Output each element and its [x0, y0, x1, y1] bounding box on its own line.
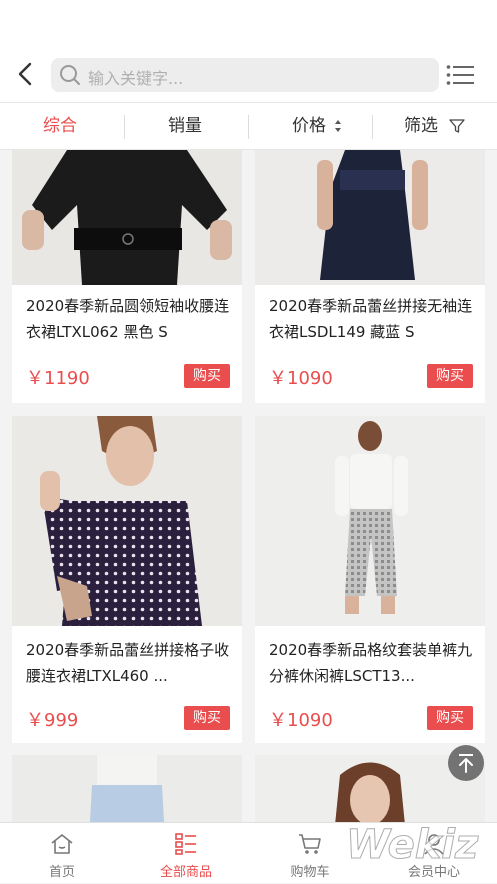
product-title: 2020春季新品圆领短袖收腰连衣裙LTXL062 黑色 S	[26, 297, 230, 341]
cart-icon	[299, 834, 321, 854]
buy-button[interactable]: 购买	[184, 706, 230, 730]
tab-price[interactable]: 价格	[292, 103, 342, 150]
nav-home[interactable]: 首页	[0, 823, 124, 884]
product-title: 2020春季新品蕾丝拼接格子收腰连衣裙LTXL460 ...	[26, 641, 230, 685]
product-title: 2020春季新品蕾丝拼接无袖连衣裙LSDL149 藏蓝 S	[269, 297, 473, 341]
search-icon	[60, 65, 80, 85]
product-price: ￥1090	[269, 368, 333, 389]
search-placeholder: 输入关键字...	[88, 69, 184, 88]
product-image	[12, 150, 242, 285]
buy-button[interactable]: 购买	[427, 706, 473, 730]
product-image	[12, 755, 242, 822]
product-card[interactable]: 2020春季新品格纹套装单裤九分裤休闲裤LSCT13... ￥1090 购买	[255, 416, 485, 743]
home-icon	[51, 834, 73, 854]
arrow-up-icon	[459, 754, 473, 773]
buy-button[interactable]: 购买	[184, 364, 230, 388]
category-icon	[175, 833, 196, 855]
back-arrow-icon[interactable]	[14, 60, 38, 88]
tab-comprehensive[interactable]: 综合	[43, 103, 77, 150]
tab-sales[interactable]: 销量	[168, 103, 202, 150]
header: 输入关键字...	[0, 0, 497, 102]
divider	[248, 115, 249, 139]
product-image	[12, 416, 242, 626]
list-menu-icon[interactable]	[446, 64, 474, 86]
filter-icon	[449, 119, 466, 133]
svg-text:Wekiz: Wekiz	[346, 822, 479, 868]
watermark-logo: Wekiz	[346, 822, 480, 869]
product-image	[255, 150, 485, 285]
product-card[interactable]: 2020春季新品圆领短袖收腰连衣裙LTXL062 黑色 S ￥1190 购买	[12, 150, 242, 403]
sort-arrows-icon	[335, 120, 342, 132]
product-title: 2020春季新品格纹套装单裤九分裤休闲裤LSCT13...	[269, 641, 473, 685]
divider	[124, 115, 125, 139]
product-card[interactable]	[12, 755, 242, 822]
back-to-top-button[interactable]	[448, 745, 484, 781]
product-grid: 2020春季新品圆领短袖收腰连衣裙LTXL062 黑色 S ￥1190 购买 2…	[0, 150, 497, 822]
tab-filter[interactable]: 筛选	[404, 103, 466, 150]
search-input[interactable]: 输入关键字...	[51, 58, 439, 92]
product-card[interactable]: 2020春季新品蕾丝拼接无袖连衣裙LSDL149 藏蓝 S ￥1090 购买	[255, 150, 485, 403]
product-price: ￥999	[26, 710, 79, 731]
product-card[interactable]: 2020春季新品蕾丝拼接格子收腰连衣裙LTXL460 ... ￥999 购买	[12, 416, 242, 743]
product-price: ￥1190	[26, 368, 90, 389]
product-price: ￥1090	[269, 710, 333, 731]
divider	[372, 115, 373, 139]
nav-all-products[interactable]: 全部商品	[124, 823, 248, 884]
product-image	[255, 416, 485, 626]
sort-tabs: 综合 销量 价格 筛选	[0, 102, 497, 150]
buy-button[interactable]: 购买	[427, 364, 473, 388]
